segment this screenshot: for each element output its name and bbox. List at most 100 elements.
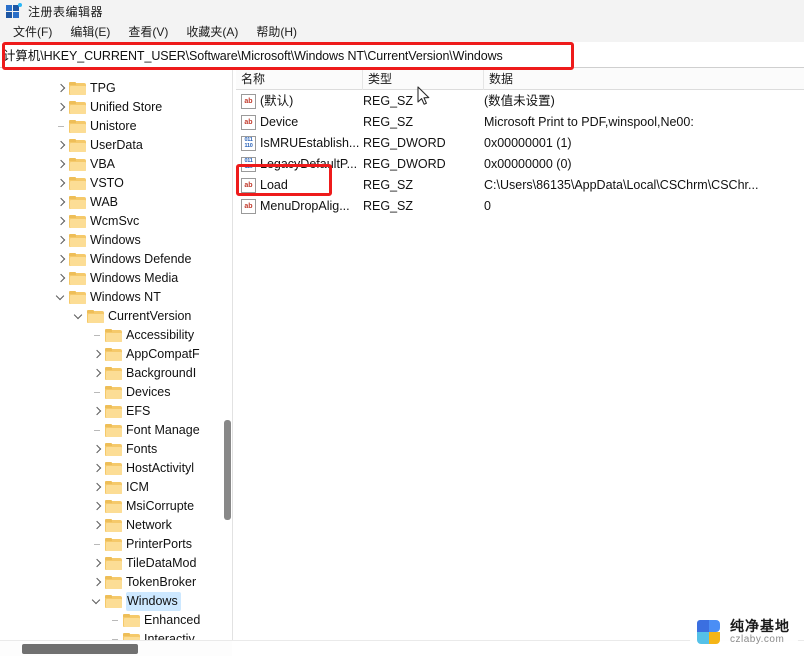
- tree-item-tpg[interactable]: TPG: [55, 79, 116, 98]
- tree-item-vsto[interactable]: VSTO: [55, 174, 124, 193]
- chevron-right-icon[interactable]: [55, 155, 69, 174]
- address-bar[interactable]: 计算机\HKEY_CURRENT_USER\Software\Microsoft…: [0, 42, 804, 68]
- tree-item-label: Enhanced: [144, 611, 200, 630]
- chevron-right-icon[interactable]: [55, 98, 69, 117]
- chevron-right-icon[interactable]: [91, 345, 105, 364]
- folder-icon: [69, 82, 86, 96]
- tree-item-windows[interactable]: Windows: [55, 231, 141, 250]
- table-row[interactable]: ab(默认)REG_SZ(数值未设置): [236, 91, 804, 112]
- tree-item-devices[interactable]: Devices: [91, 383, 170, 402]
- folder-icon: [105, 519, 122, 533]
- chevron-right-icon[interactable]: [55, 174, 69, 193]
- tree-item-windows-media[interactable]: Windows Media: [55, 269, 178, 288]
- tree-item-accessibility[interactable]: Accessibility: [91, 326, 194, 345]
- watermark-brand-name: 纯净基地: [730, 619, 790, 633]
- folder-icon: [69, 158, 86, 172]
- value-data-cell: 0: [484, 196, 804, 217]
- column-header-name[interactable]: 名称: [236, 68, 363, 90]
- value-type-cell: REG_SZ: [363, 91, 481, 112]
- tree-vertical-scrollbar[interactable]: [222, 68, 232, 640]
- menu-item-favorites[interactable]: 收藏夹(A): [177, 22, 247, 42]
- main-content: TPGUnified StoreUnistoreUserDataVBAVSTOW…: [0, 68, 804, 640]
- table-row[interactable]: abMenuDropAlig...REG_SZ0: [236, 196, 804, 217]
- tree-item-printerports[interactable]: PrinterPorts: [91, 535, 192, 554]
- table-row[interactable]: abDeviceREG_SZMicrosoft Print to PDF,win…: [236, 112, 804, 133]
- tree-item-label: VSTO: [90, 174, 124, 193]
- watermark-brand-url: czlaby.com: [730, 635, 790, 645]
- horizontal-scroll-thumb[interactable]: [22, 644, 138, 654]
- chevron-right-icon[interactable]: [91, 478, 105, 497]
- column-header-type[interactable]: 类型: [363, 68, 484, 90]
- menu-item-edit[interactable]: 编辑(E): [61, 22, 119, 42]
- tree-item-appcompatf[interactable]: AppCompatF: [91, 345, 200, 364]
- table-row[interactable]: 011110LegacyDefaultP...REG_DWORD0x000000…: [236, 154, 804, 175]
- chevron-right-icon[interactable]: [91, 364, 105, 383]
- value-type-cell: REG_SZ: [363, 196, 481, 217]
- chevron-right-icon[interactable]: [91, 573, 105, 592]
- tree-item-font-manage[interactable]: Font Manage: [91, 421, 200, 440]
- tree-item-tokenbroker[interactable]: TokenBroker: [91, 573, 196, 592]
- chevron-right-icon[interactable]: [91, 440, 105, 459]
- tree-item-userdata[interactable]: UserData: [55, 136, 143, 155]
- folder-icon: [87, 310, 104, 324]
- chevron-right-icon[interactable]: [91, 459, 105, 478]
- folder-icon: [105, 329, 122, 343]
- tree-item-interactiv[interactable]: Interactiv: [109, 630, 195, 640]
- tree-item-vba[interactable]: VBA: [55, 155, 115, 174]
- tree-item-efs[interactable]: EFS: [91, 402, 150, 421]
- tree-item-network[interactable]: Network: [91, 516, 172, 535]
- chevron-right-icon[interactable]: [91, 554, 105, 573]
- folder-icon: [105, 424, 122, 438]
- tree-item-wcmsvc[interactable]: WcmSvc: [55, 212, 139, 231]
- folder-icon: [105, 538, 122, 552]
- chevron-right-icon[interactable]: [91, 516, 105, 535]
- chevron-right-icon[interactable]: [55, 136, 69, 155]
- tree-item-windows-nt[interactable]: Windows NT: [55, 288, 161, 307]
- address-path[interactable]: 计算机\HKEY_CURRENT_USER\Software\Microsoft…: [0, 45, 503, 64]
- chevron-right-icon[interactable]: [55, 250, 69, 269]
- chevron-down-icon[interactable]: [73, 307, 87, 326]
- tree-item-label: Font Manage: [126, 421, 200, 440]
- tree-scroll-thumb[interactable]: [224, 420, 231, 520]
- tree-item-label: Windows Defende: [90, 250, 191, 269]
- chevron-down-icon[interactable]: [91, 592, 105, 611]
- value-data-cell: (数值未设置): [484, 91, 804, 112]
- folder-icon: [69, 196, 86, 210]
- tree-item-windows[interactable]: Windows: [91, 592, 181, 611]
- menu-item-file[interactable]: 文件(F): [4, 22, 61, 42]
- tree-item-label: BackgroundI: [126, 364, 196, 383]
- tree-horizontal-scrollbar[interactable]: [0, 640, 232, 656]
- chevron-down-icon[interactable]: [55, 288, 69, 307]
- string-value-icon: ab: [241, 115, 256, 130]
- tree-item-hostactivityl[interactable]: HostActivityl: [91, 459, 194, 478]
- tree-item-tiledatamod[interactable]: TileDataMod: [91, 554, 196, 573]
- chevron-right-icon[interactable]: [55, 79, 69, 98]
- menu-item-view[interactable]: 查看(V): [119, 22, 177, 42]
- registry-tree[interactable]: TPGUnified StoreUnistoreUserDataVBAVSTOW…: [0, 68, 222, 640]
- value-data-cell: 0x00000001 (1): [484, 133, 804, 154]
- chevron-right-icon[interactable]: [55, 212, 69, 231]
- tree-item-enhanced[interactable]: Enhanced: [109, 611, 200, 630]
- registry-values-list[interactable]: 名称 类型 数据 ab(默认)REG_SZ(数值未设置)abDeviceREG_…: [236, 68, 804, 640]
- tree-item-unified-store[interactable]: Unified Store: [55, 98, 162, 117]
- menu-item-help[interactable]: 帮助(H): [247, 22, 306, 42]
- chevron-right-icon[interactable]: [91, 402, 105, 421]
- tree-item-currentversion[interactable]: CurrentVersion: [73, 307, 191, 326]
- tree-item-unistore[interactable]: Unistore: [55, 117, 137, 136]
- chevron-right-icon[interactable]: [55, 269, 69, 288]
- table-row[interactable]: 011110IsMRUEstablish...REG_DWORD0x000000…: [236, 133, 804, 154]
- chevron-right-icon[interactable]: [91, 497, 105, 516]
- tree-item-backgroundi[interactable]: BackgroundI: [91, 364, 196, 383]
- tree-item-windows-defende[interactable]: Windows Defende: [55, 250, 191, 269]
- tree-item-icm[interactable]: ICM: [91, 478, 149, 497]
- folder-icon: [123, 614, 140, 628]
- tree-item-msicorrupte[interactable]: MsiCorrupte: [91, 497, 194, 516]
- tree-item-fonts[interactable]: Fonts: [91, 440, 157, 459]
- tree-item-label: Fonts: [126, 440, 157, 459]
- table-row[interactable]: abLoadREG_SZC:\Users\86135\AppData\Local…: [236, 175, 804, 196]
- tree-expander-none: [109, 630, 123, 640]
- chevron-right-icon[interactable]: [55, 231, 69, 250]
- column-header-data[interactable]: 数据: [484, 68, 804, 90]
- chevron-right-icon[interactable]: [55, 193, 69, 212]
- tree-item-wab[interactable]: WAB: [55, 193, 118, 212]
